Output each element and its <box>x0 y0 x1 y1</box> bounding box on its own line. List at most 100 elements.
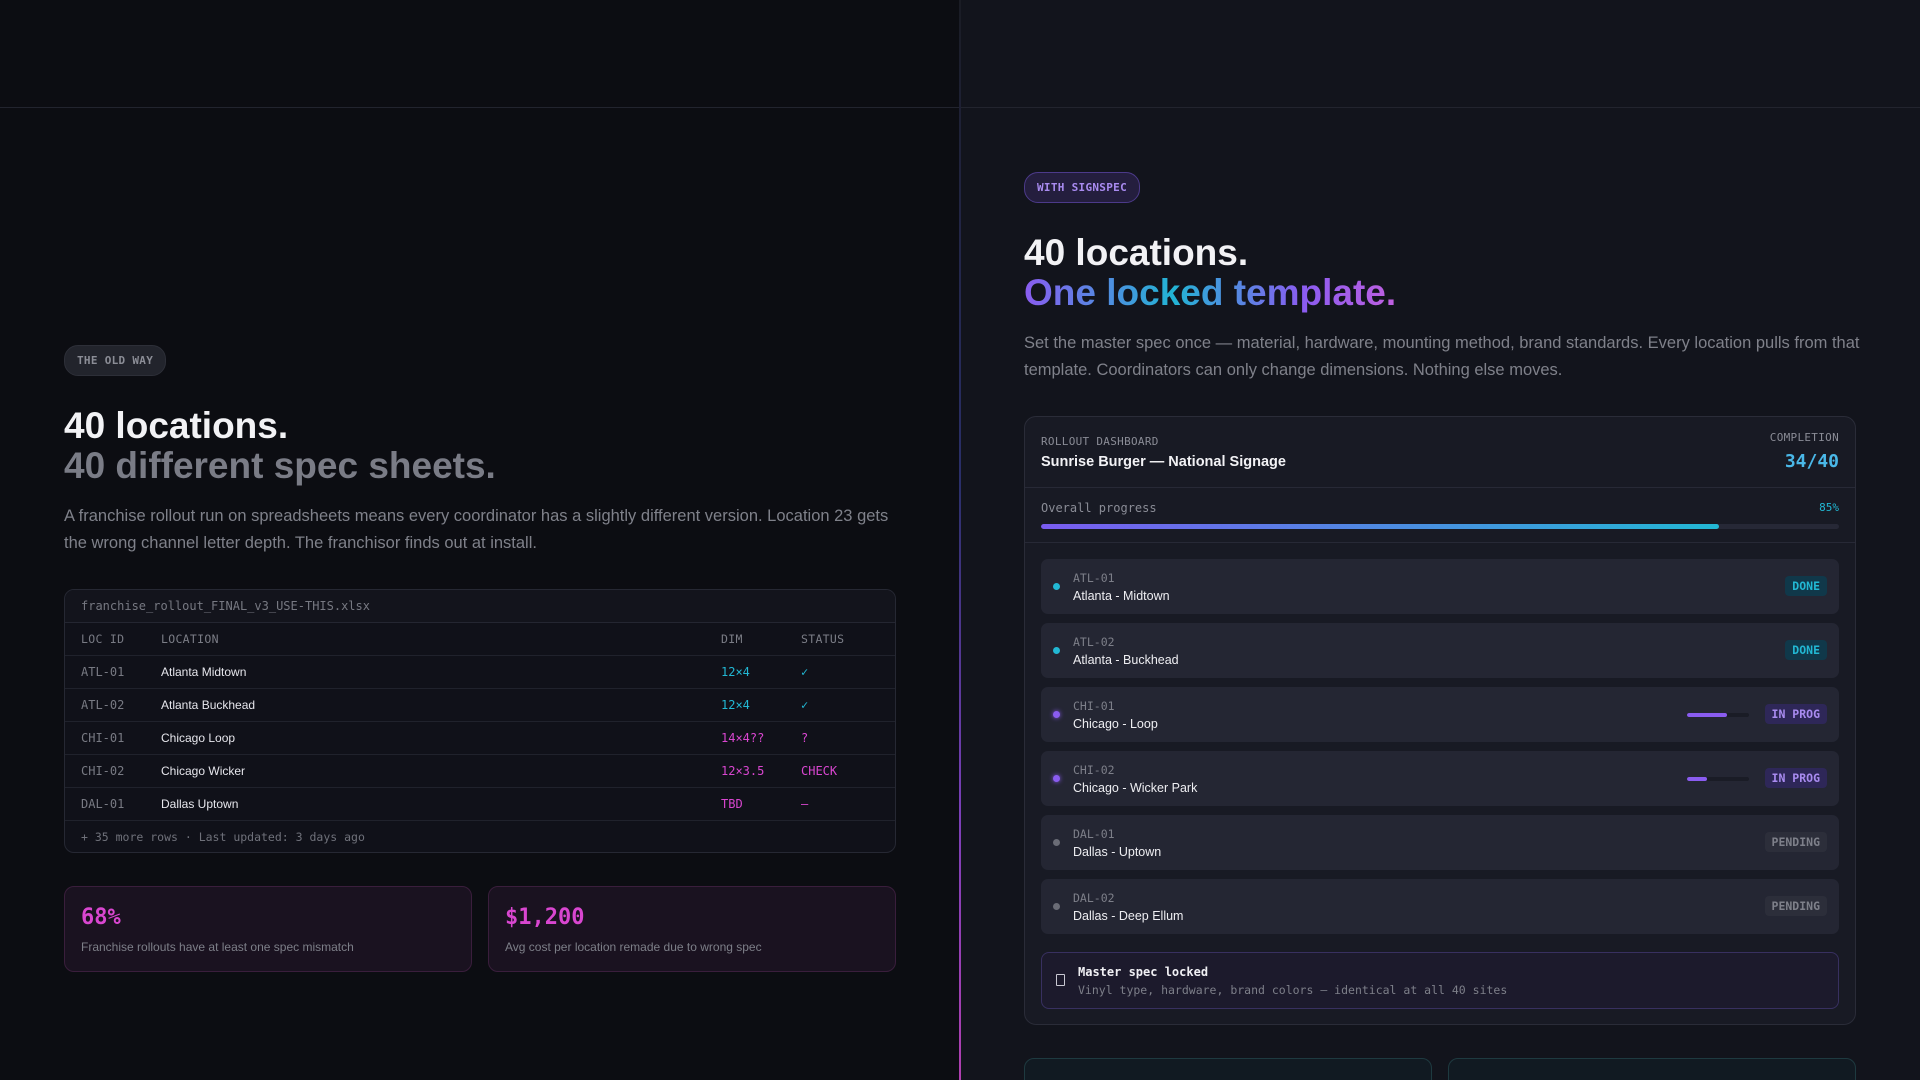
cell-location: Dallas Uptown <box>161 797 239 811</box>
column-header-location: LOCATION <box>161 632 219 646</box>
location-name: Atlanta - Buckhead <box>1073 653 1179 667</box>
location-row-dal-01[interactable]: DAL-01 Dallas - Uptown PENDING <box>1041 815 1839 870</box>
location-name: Dallas - Deep Ellum <box>1073 909 1184 923</box>
cell-loc-id: DAL-01 <box>81 797 125 811</box>
table-row: DAL-01 Dallas Uptown TBD — <box>65 788 895 821</box>
location-list: ATL-01 Atlanta - Midtown DONE ATL-02 Atl… <box>1041 559 1839 943</box>
cell-dim: TBD <box>721 797 743 811</box>
completion-value: 34/40 <box>1784 451 1839 472</box>
cell-loc-id: CHI-02 <box>81 764 125 778</box>
stat-value: 68% <box>81 905 121 930</box>
table-row: CHI-02 Chicago Wicker 12×3.5 CHECK <box>65 755 895 788</box>
spreadsheet-footer: + 35 more rows · Last updated: 3 days ag… <box>81 830 365 844</box>
status-dot <box>1053 903 1060 910</box>
cell-loc-id: CHI-01 <box>81 731 125 745</box>
spreadsheet-header-row: LOC ID LOCATION DIM STATUS <box>65 623 895 656</box>
status-dot <box>1053 647 1060 654</box>
table-row: ATL-01 Atlanta Midtown 12×4 ✓ <box>65 656 895 689</box>
location-row-atl-01[interactable]: ATL-01 Atlanta - Midtown DONE <box>1041 559 1839 614</box>
location-row-chi-01[interactable]: CHI-01 Chicago - Loop IN PROG <box>1041 687 1839 742</box>
location-id: CHI-01 <box>1073 699 1115 713</box>
status-dot <box>1053 583 1060 590</box>
cell-loc-id: ATL-02 <box>81 698 125 712</box>
old-way-heading-line2: 40 different spec sheets. <box>64 445 496 486</box>
old-way-badge: THE OLD WAY <box>64 345 167 376</box>
signspec-heading-line1: 40 locations. <box>1024 232 1249 273</box>
status-badge: PENDING <box>1764 832 1827 852</box>
location-id: CHI-02 <box>1073 763 1115 777</box>
old-way-paragraph: A franchise rollout run on spreadsheets … <box>64 507 889 552</box>
top-divider-left <box>0 107 960 108</box>
cell-status: ✓ <box>801 665 809 679</box>
location-id: ATL-01 <box>1073 571 1115 585</box>
location-row-atl-02[interactable]: ATL-02 Atlanta - Buckhead DONE <box>1041 623 1839 678</box>
signspec-heading-line2: One locked template. <box>1024 272 1397 313</box>
stat-label: Avg cost per location remade due to wron… <box>505 940 762 954</box>
dashboard-kicker: ROLLOUT DASHBOARD <box>1041 435 1159 448</box>
completion-label: COMPLETION <box>1769 431 1839 444</box>
status-badge: DONE <box>1785 576 1827 596</box>
progress-fill <box>1041 524 1720 529</box>
cell-location: Chicago Wicker <box>161 764 246 778</box>
overall-progress: Overall progress 85% <box>1025 488 1855 543</box>
location-name: Chicago - Loop <box>1073 717 1158 731</box>
status-badge: DONE <box>1785 640 1827 660</box>
status-badge: IN PROG <box>1764 768 1827 788</box>
location-name: Atlanta - Midtown <box>1073 589 1170 603</box>
cell-location: Atlanta Midtown <box>161 665 247 679</box>
location-id: DAL-01 <box>1073 827 1115 841</box>
dashboard-header: ROLLOUT DASHBOARD Sunrise Burger — Natio… <box>1025 417 1855 488</box>
location-progress-bar <box>1687 713 1749 717</box>
status-badge: PENDING <box>1764 896 1827 916</box>
cell-status: ✓ <box>801 698 809 712</box>
feature-card-partial <box>1024 1058 1432 1080</box>
progress-percent: 85% <box>1819 501 1839 514</box>
cell-dim: 12×3.5 <box>721 764 765 778</box>
column-header-status: STATUS <box>801 632 845 646</box>
stat-value: $1,200 <box>505 905 585 930</box>
stat-label: Franchise rollouts have at least one spe… <box>81 940 354 954</box>
progress-track <box>1041 524 1839 529</box>
cell-dim: 12×4 <box>721 698 750 712</box>
pane-divider <box>959 0 961 1080</box>
cell-status: CHECK <box>801 764 838 778</box>
spreadsheet-filename: franchise_rollout_FINAL_v3_USE-THIS.xlsx <box>65 590 895 623</box>
master-spec-locked-notice: Master spec locked Vinyl type, hardware,… <box>1041 952 1839 1009</box>
column-header-loc-id: LOC ID <box>81 632 125 646</box>
cell-status: ? <box>801 731 809 745</box>
cell-status: — <box>801 797 809 811</box>
signspec-paragraph: Set the master spec once — material, har… <box>1024 334 1860 379</box>
progress-label: Overall progress <box>1041 501 1157 515</box>
signspec-badge: WITH SIGNSPEC <box>1024 172 1140 203</box>
status-dot <box>1053 775 1060 782</box>
rollout-dashboard: ROLLOUT DASHBOARD Sunrise Burger — Natio… <box>1024 416 1856 1025</box>
lock-icon <box>1056 974 1065 986</box>
feature-card-partial <box>1448 1058 1856 1080</box>
location-progress-bar <box>1687 777 1749 781</box>
dashboard-title: Sunrise Burger — National Signage <box>1041 454 1286 470</box>
table-row: ATL-02 Atlanta Buckhead 12×4 ✓ <box>65 689 895 722</box>
stat-card-remake-cost: $1,200 Avg cost per location remade due … <box>488 886 896 972</box>
old-way-heading-line1: 40 locations. <box>64 405 289 446</box>
location-id: ATL-02 <box>1073 635 1115 649</box>
location-row-chi-02[interactable]: CHI-02 Chicago - Wicker Park IN PROG <box>1041 751 1839 806</box>
top-divider-right <box>961 107 1920 108</box>
cell-location: Atlanta Buckhead <box>161 698 256 712</box>
table-row: CHI-01 Chicago Loop 14×4?? ? <box>65 722 895 755</box>
lock-title: Master spec locked <box>1078 965 1209 979</box>
status-dot <box>1053 839 1060 846</box>
lock-subtitle: Vinyl type, hardware, brand colors — ide… <box>1078 983 1508 997</box>
cell-location: Chicago Loop <box>161 731 236 745</box>
cell-loc-id: ATL-01 <box>81 665 125 679</box>
location-row-dal-02[interactable]: DAL-02 Dallas - Deep Ellum PENDING <box>1041 879 1839 934</box>
status-badge: IN PROG <box>1764 704 1827 724</box>
stat-card-mismatch: 68% Franchise rollouts have at least one… <box>64 886 472 972</box>
spreadsheet-preview: franchise_rollout_FINAL_v3_USE-THIS.xlsx… <box>64 589 896 853</box>
status-dot <box>1053 711 1060 718</box>
cell-dim: 14×4?? <box>721 731 765 745</box>
location-name: Chicago - Wicker Park <box>1073 781 1198 795</box>
location-progress-fill <box>1687 713 1728 717</box>
column-header-dim: DIM <box>721 632 743 646</box>
location-progress-fill <box>1687 777 1707 781</box>
cell-dim: 12×4 <box>721 665 750 679</box>
